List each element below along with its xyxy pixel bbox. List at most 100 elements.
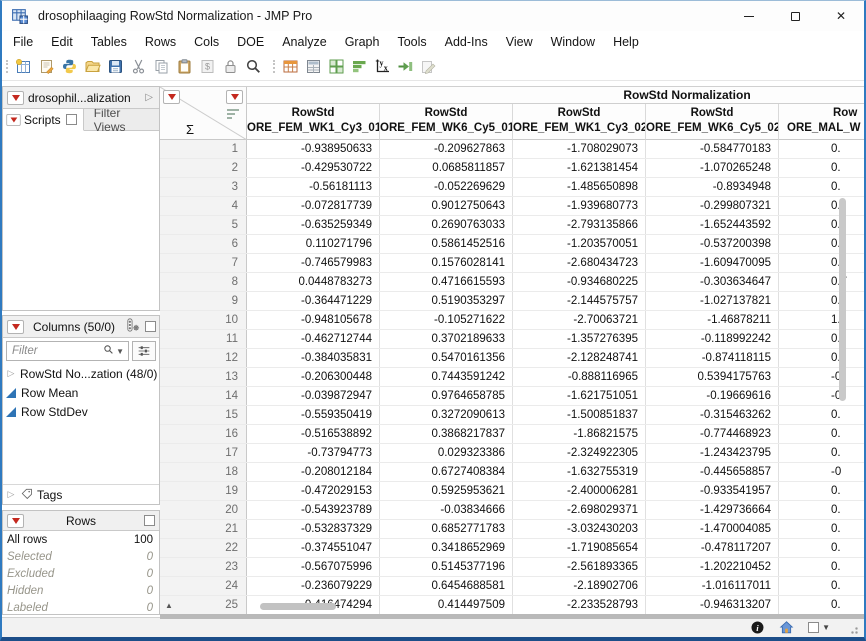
data-cell[interactable]: -1.652443592: [646, 216, 779, 234]
data-cell[interactable]: -0.072817739: [247, 197, 380, 215]
data-cell[interactable]: -1.016117011: [646, 577, 779, 595]
rows-red-triangle-icon[interactable]: [163, 90, 180, 104]
row-header[interactable]: 19: [160, 482, 247, 500]
row-number[interactable]: 17: [178, 447, 246, 459]
home-icon[interactable]: [779, 620, 794, 635]
data-cell[interactable]: -1.357276395: [513, 330, 646, 348]
rows-checkbox[interactable]: [144, 515, 155, 526]
data-cell[interactable]: -1.500851837: [513, 406, 646, 424]
data-cell[interactable]: -0.105271622: [380, 311, 513, 329]
data-cell[interactable]: 0.1576028141: [380, 254, 513, 272]
data-cell[interactable]: -0.774468923: [646, 425, 779, 443]
column-header-ore_fem_wk6_cy5_01[interactable]: RowStdORE_FEM_WK6_Cy5_01: [380, 104, 513, 140]
data-cell[interactable]: 0.: [779, 216, 864, 234]
column-group-header[interactable]: RowStd Normalization: [247, 87, 864, 104]
row-number[interactable]: 2: [178, 162, 246, 174]
data-cell[interactable]: 0.: [779, 159, 864, 177]
column-item[interactable]: Row Mean: [3, 383, 159, 402]
row-number[interactable]: 22: [178, 542, 246, 554]
data-cell[interactable]: 0.9764658785: [380, 387, 513, 405]
data-cell[interactable]: 0.: [779, 482, 864, 500]
row-header[interactable]: 12: [160, 349, 247, 367]
row-number[interactable]: 8: [178, 276, 246, 288]
paste-special-icon[interactable]: $: [197, 56, 218, 77]
rows-stat-excluded[interactable]: Excluded0: [3, 565, 159, 582]
menu-tables[interactable]: Tables: [82, 32, 136, 52]
row-header[interactable]: 9: [160, 292, 247, 310]
tab-scripts[interactable]: Scripts: [3, 109, 84, 131]
column-filter-input[interactable]: Filter ▼: [6, 341, 129, 361]
data-cell[interactable]: 0.: [779, 254, 864, 272]
horizontal-scrollbar-thumb[interactable]: [260, 603, 336, 610]
column-item[interactable]: ▷RowStd No...zation (48/0): [3, 364, 159, 383]
row-header[interactable]: 14: [160, 387, 247, 405]
rows-stat-labeled[interactable]: Labeled0: [3, 599, 159, 616]
row-number[interactable]: 9: [178, 295, 246, 307]
data-cell[interactable]: -0.236079229: [247, 577, 380, 595]
tabulate-icon[interactable]: [303, 56, 324, 77]
data-cell[interactable]: 0.: [779, 406, 864, 424]
data-cell[interactable]: -1.470004085: [646, 520, 779, 538]
data-cell[interactable]: -2.561893365: [513, 558, 646, 576]
row-header[interactable]: 15: [160, 406, 247, 424]
close-button[interactable]: ✕: [818, 1, 864, 31]
data-cell[interactable]: -0.888116965: [513, 368, 646, 386]
menu-edit[interactable]: Edit: [42, 32, 82, 52]
row-number[interactable]: 5: [178, 219, 246, 231]
data-cell[interactable]: 0.3702189633: [380, 330, 513, 348]
data-cell[interactable]: -0.874118115: [646, 349, 779, 367]
columns-red-triangle-icon[interactable]: [226, 90, 243, 104]
row-header[interactable]: 22: [160, 539, 247, 557]
data-cell[interactable]: -0.118992242: [646, 330, 779, 348]
new-data-table-icon[interactable]: [13, 56, 34, 77]
row-header[interactable]: 20: [160, 501, 247, 519]
search-icon[interactable]: [243, 56, 264, 77]
data-cell[interactable]: 0.0685811857: [380, 159, 513, 177]
menu-help[interactable]: Help: [604, 32, 648, 52]
data-cell[interactable]: -0.206300448: [247, 368, 380, 386]
data-cell[interactable]: -1.202210452: [646, 558, 779, 576]
row-header[interactable]: 17: [160, 444, 247, 462]
data-cell[interactable]: 0.: [779, 520, 864, 538]
data-cell[interactable]: -1.243423795: [646, 444, 779, 462]
summary-table-icon[interactable]: [280, 56, 301, 77]
run-script-icon[interactable]: [395, 56, 416, 77]
tile-windows-icon[interactable]: [326, 56, 347, 77]
sigma-summary-icon[interactable]: Σ: [186, 122, 194, 137]
row-header[interactable]: 13: [160, 368, 247, 386]
row-number[interactable]: 18: [178, 466, 246, 478]
row-number[interactable]: 19: [178, 485, 246, 497]
data-cell[interactable]: 0.: [779, 444, 864, 462]
data-cell[interactable]: -2.233528793: [513, 596, 646, 614]
row-header[interactable]: 1: [160, 140, 247, 158]
row-number[interactable]: 12: [178, 352, 246, 364]
data-cell[interactable]: -0.73794773: [247, 444, 380, 462]
row-number[interactable]: 20: [178, 504, 246, 516]
data-cell[interactable]: -0.938950633: [247, 140, 380, 158]
collapse-right-triangle-icon[interactable]: ▷: [145, 92, 153, 103]
horizontal-scrollbar-track[interactable]: [160, 614, 864, 619]
paste-icon[interactable]: [174, 56, 195, 77]
data-cell[interactable]: 0.2690763033: [380, 216, 513, 234]
data-cell[interactable]: 0.: [779, 501, 864, 519]
data-cell[interactable]: -0.299807321: [646, 197, 779, 215]
data-cell[interactable]: -2.70063721: [513, 311, 646, 329]
tags-row[interactable]: ▷ Tags: [3, 484, 159, 504]
row-number[interactable]: 21: [178, 523, 246, 535]
data-cell[interactable]: -2.324922305: [513, 444, 646, 462]
data-cell[interactable]: 0.110271796: [247, 235, 380, 253]
data-cell[interactable]: 0.029323386: [380, 444, 513, 462]
data-cell[interactable]: -0.384035831: [247, 349, 380, 367]
data-cell[interactable]: -0.429530722: [247, 159, 380, 177]
data-cell[interactable]: 0.: [779, 330, 864, 348]
filter-settings-button[interactable]: [132, 341, 156, 361]
row-header[interactable]: 7: [160, 254, 247, 272]
row-number[interactable]: 15: [178, 409, 246, 421]
data-cell[interactable]: 0.5925953621: [380, 482, 513, 500]
data-cell[interactable]: 0.7443591242: [380, 368, 513, 386]
data-cell[interactable]: -0.516538892: [247, 425, 380, 443]
data-cell[interactable]: -2.144575757: [513, 292, 646, 310]
cut-icon[interactable]: [128, 56, 149, 77]
data-cell[interactable]: 0.: [779, 425, 864, 443]
red-triangle-icon[interactable]: [7, 320, 24, 334]
